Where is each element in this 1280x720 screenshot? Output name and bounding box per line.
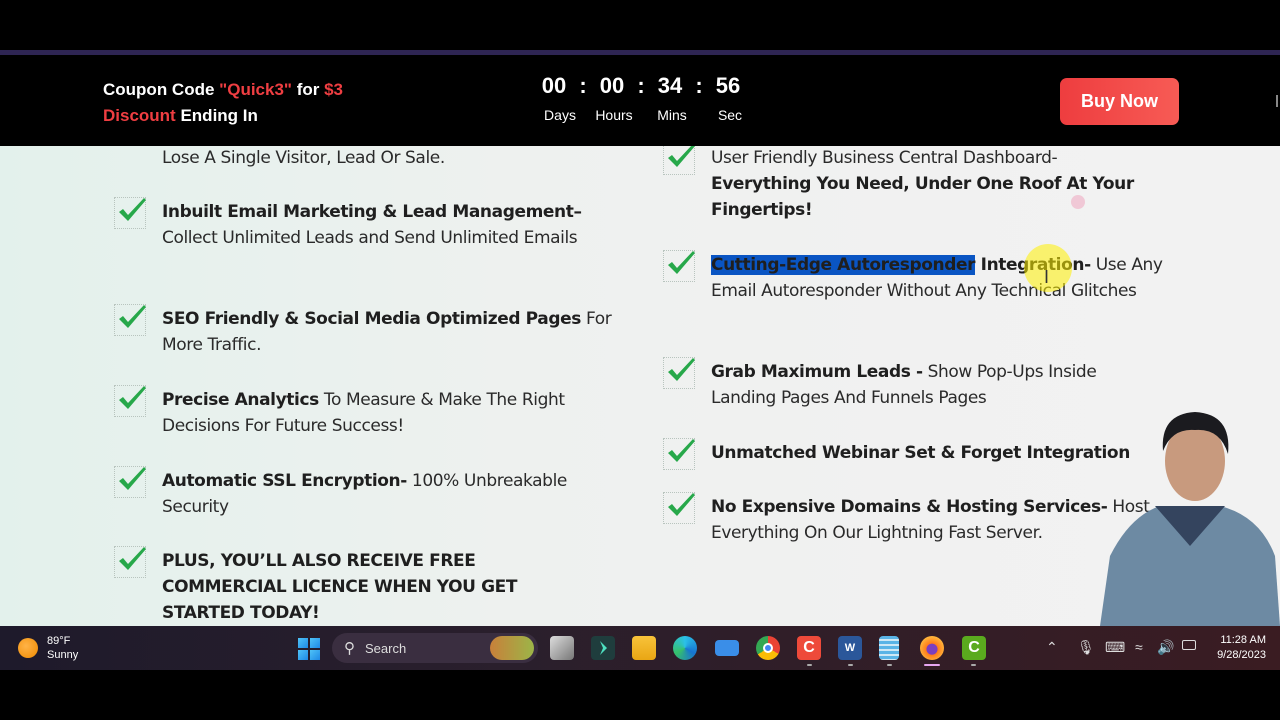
edge-icon[interactable] — [673, 636, 697, 660]
system-clock[interactable]: 11:28 AM 9/28/2023 — [1208, 633, 1266, 663]
feature-text: User Friendly Business Central Dashboard… — [711, 148, 1058, 168]
check-icon — [663, 146, 695, 175]
check-icon — [663, 438, 695, 470]
taskbar: 89°F Sunny ⚲ Search C W C ⌃ 🎙 ⌨ ≈ 🔊 11:2… — [0, 626, 1280, 670]
check-icon — [114, 197, 146, 229]
feature-title: No Expensive Domains & Hosting Services- — [711, 497, 1108, 517]
running-indicator — [971, 664, 976, 666]
running-indicator — [807, 664, 812, 666]
feature-text: Lose A Single Visitor, Lead Or Sale. — [162, 148, 445, 168]
check-icon — [663, 492, 695, 524]
check-icon — [663, 250, 695, 282]
feature-title: Automatic SSL Encryption- — [162, 471, 407, 491]
app-launcher-icon[interactable] — [591, 636, 615, 660]
weather-widget[interactable]: 89°F Sunny — [18, 634, 78, 662]
search-icon: ⚲ — [344, 640, 355, 657]
remote-desktop-icon[interactable] — [715, 640, 739, 656]
sun-icon — [18, 638, 38, 658]
discount-word: Discount — [103, 106, 176, 125]
feature-item: Automatic SSL Encryption- 100% Unbreakab… — [114, 466, 627, 520]
word-icon[interactable]: W — [838, 636, 862, 660]
promo-bar: Coupon Code "Quick3" for $3 Discount End… — [0, 55, 1280, 146]
countdown-days: 00 — [541, 73, 567, 98]
check-icon — [114, 546, 146, 578]
battery-icon[interactable] — [1182, 640, 1196, 650]
feature-title: Precise Analytics — [162, 390, 319, 410]
check-icon — [663, 357, 695, 389]
countdown-timer: 00 : 00 : 34 : 56 Days Hours Mins Sec — [535, 73, 759, 123]
features-section: Lose A Single Visitor, Lead Or Sale. Inb… — [0, 146, 1280, 626]
weather-desc: Sunny — [47, 649, 79, 661]
countdown-hours: 00 — [599, 73, 625, 98]
countdown-label-days: Days — [544, 107, 576, 123]
text-cursor-icon: I — [1044, 267, 1050, 287]
clock-time: 11:28 AM — [1220, 634, 1266, 646]
weather-temp: 89°F — [47, 635, 71, 647]
countdown-separator: : — [695, 73, 703, 98]
feature-title: PLUS, YOU’LL ALSO RECEIVE FREE COMMERCIA… — [162, 551, 518, 623]
feature-title: SEO Friendly & Social Media Optimized Pa… — [162, 309, 581, 329]
countdown-secs: 56 — [715, 73, 741, 98]
feature-title: Unmatched Webinar Set & Forget Integrati… — [711, 443, 1130, 463]
microphone-icon[interactable]: 🎙 — [1077, 639, 1095, 656]
countdown-label-hours: Hours — [595, 107, 633, 123]
feature-item: Cutting-Edge Autoresponder Integration- … — [663, 250, 1171, 304]
clock-date: 9/28/2023 — [1217, 649, 1266, 661]
selected-text[interactable]: Cutting-Edge Autoresponder — [711, 255, 976, 275]
feature-item: No Expensive Domains & Hosting Services-… — [663, 492, 1161, 546]
feature-item: User Friendly Business Central Dashboard… — [663, 146, 1161, 223]
chrome-icon[interactable] — [756, 636, 780, 660]
countdown-separator: : — [637, 73, 645, 98]
feature-item: SEO Friendly & Social Media Optimized Pa… — [114, 304, 627, 358]
click-indicator — [1071, 195, 1085, 209]
running-indicator — [848, 664, 853, 666]
webcam-overlay — [1100, 412, 1280, 626]
feature-title: Inbuilt Email Marketing & Lead Managemen… — [162, 202, 582, 222]
countdown-separator: : — [579, 73, 587, 98]
scrollbar-hint — [1276, 95, 1278, 107]
countdown-label-mins: Mins — [657, 107, 687, 123]
file-explorer-icon[interactable] — [632, 636, 656, 660]
countdown-label-sec: Sec — [717, 107, 743, 123]
feature-item: Lose A Single Visitor, Lead Or Sale. — [114, 146, 627, 171]
buy-now-button[interactable]: Buy Now — [1060, 78, 1179, 125]
feature-item: Grab Maximum Leads - Show Pop-Ups Inside… — [663, 357, 1151, 411]
task-view-icon[interactable] — [550, 636, 574, 660]
feature-title: Grab Maximum Leads - — [711, 362, 923, 382]
feature-item: Precise Analytics To Measure & Make The … — [114, 385, 627, 439]
search-placeholder: Search — [365, 640, 407, 656]
coupon-suffix: Ending In — [175, 106, 258, 125]
taskbar-search[interactable]: ⚲ Search — [332, 633, 538, 663]
bottom-letterbox — [0, 670, 1280, 720]
search-highlight-art — [490, 636, 534, 660]
active-indicator — [924, 664, 940, 666]
chevron-up-icon[interactable]: ⌃ — [1046, 639, 1058, 656]
check-icon — [114, 304, 146, 336]
firefox-icon[interactable] — [920, 636, 944, 660]
top-letterbox — [0, 0, 1280, 50]
check-icon — [114, 466, 146, 498]
coupon-prefix: Coupon Code — [103, 80, 220, 99]
camtasia-editor-icon[interactable]: C — [962, 636, 986, 660]
feature-title: Everything You Need, Under One Roof At Y… — [711, 174, 1134, 220]
keyboard-icon[interactable]: ⌨ — [1105, 639, 1125, 656]
countdown-mins: 34 — [657, 73, 683, 98]
feature-item: Inbuilt Email Marketing & Lead Managemen… — [114, 197, 627, 251]
volume-icon[interactable]: 🔊 — [1157, 639, 1174, 656]
coupon-mid: for — [291, 80, 325, 99]
check-icon — [114, 385, 146, 417]
notepad-icon[interactable] — [879, 636, 899, 660]
coupon-text: Coupon Code "Quick3" for $3 Discount End… — [103, 77, 343, 129]
feature-text: Collect Unlimited Leads and Send Unlimit… — [162, 228, 578, 248]
camtasia-recorder-icon[interactable]: C — [797, 636, 821, 660]
coupon-amount: $3 — [324, 80, 344, 99]
coupon-code: "Quick3" — [219, 80, 292, 99]
start-icon[interactable] — [298, 638, 320, 660]
feature-item: Unmatched Webinar Set & Forget Integrati… — [663, 438, 1171, 470]
wifi-icon[interactable]: ≈ — [1135, 639, 1143, 655]
feature-item: PLUS, YOU’LL ALSO RECEIVE FREE COMMERCIA… — [114, 546, 602, 626]
running-indicator — [887, 664, 892, 666]
